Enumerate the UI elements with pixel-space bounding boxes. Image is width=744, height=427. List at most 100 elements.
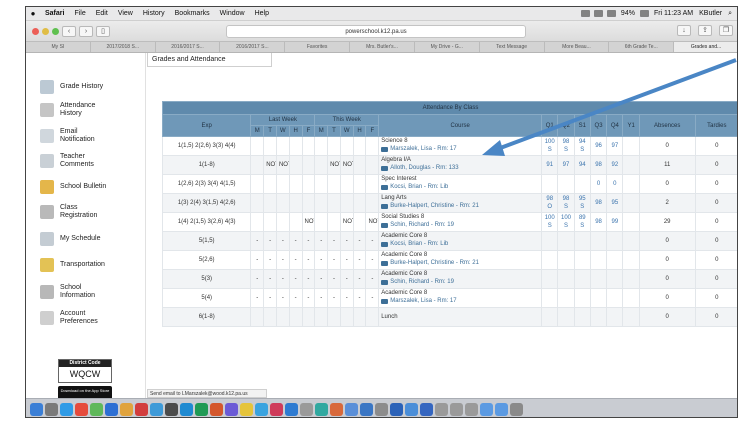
teacher-name[interactable]: Schin, Richard - Rm: 19 (390, 278, 454, 286)
email-icon[interactable] (381, 146, 389, 152)
teacher-name[interactable]: Kocsi, Brian - Rm: Lib (390, 183, 448, 191)
sidebar-item-email-notification[interactable]: Email Notification (40, 128, 102, 144)
spotlight-icon[interactable]: ⌕ (725, 10, 735, 18)
notes-icon[interactable] (240, 402, 253, 416)
folder-icon[interactable] (390, 402, 403, 416)
browser-tab[interactable]: 2016/2017 S... (220, 42, 286, 52)
minimize-window-icon[interactable] (42, 27, 49, 35)
chrome-icon[interactable] (75, 402, 88, 416)
sidebar-item-my-schedule[interactable]: My Schedule (40, 232, 100, 246)
grade-cell[interactable]: 95 S (573, 193, 591, 213)
absences-cell[interactable]: 0 (638, 231, 696, 251)
browser-tab[interactable]: 2016/2017 S... (156, 42, 221, 52)
teacher-link[interactable]: Kocsi, Brian - Rm: Lib (381, 240, 448, 248)
word-icon[interactable] (180, 402, 193, 416)
grade-cell[interactable]: 97 (606, 136, 624, 156)
sidebar-item-school-information[interactable]: School Information (40, 284, 102, 300)
tardies-cell[interactable]: 0 (694, 269, 737, 289)
tabs-overview-button[interactable]: ❐ (719, 25, 733, 36)
question-app-icon[interactable] (435, 402, 448, 416)
grade-cell[interactable]: 98 (589, 193, 608, 213)
menu-edit[interactable]: Edit (91, 10, 113, 17)
menu-history[interactable]: History (138, 10, 170, 17)
books-icon[interactable] (330, 402, 343, 416)
apple-menu-icon[interactable]: ● (26, 9, 40, 18)
absences-cell[interactable]: 0 (638, 136, 696, 156)
mail-icon[interactable] (150, 402, 163, 416)
grade-cell[interactable]: 89 S (573, 212, 591, 232)
docs-icon[interactable] (405, 402, 418, 416)
email-icon[interactable] (381, 298, 389, 304)
teacher-link[interactable]: Schin, Richard - Rm: 19 (381, 221, 454, 229)
grade-cell[interactable]: 98 (589, 155, 608, 175)
forward-button[interactable]: › (79, 25, 93, 37)
excel-icon[interactable] (195, 402, 208, 416)
browser-tab[interactable]: Text Message (480, 42, 545, 52)
photos-icon[interactable] (120, 402, 133, 416)
email-icon[interactable] (381, 165, 389, 171)
tardies-cell[interactable]: 0 (694, 136, 737, 156)
absences-cell[interactable]: 2 (638, 193, 696, 213)
preview-icon[interactable] (285, 402, 298, 416)
grade-cell[interactable]: 97 (557, 155, 575, 175)
question-app-icon[interactable] (450, 402, 463, 416)
grades-attendance-tab[interactable]: Grades and Attendance (147, 53, 272, 67)
teacher-name[interactable]: Schin, Richard - Rm: 19 (390, 221, 454, 229)
grade-cell[interactable]: 98 O (541, 193, 559, 213)
messages-icon[interactable] (90, 402, 103, 416)
grade-cell[interactable]: 100 S (557, 212, 575, 232)
battery-percent[interactable]: 94% (618, 10, 638, 17)
sidebar-item-account-preferences[interactable]: Account Preferences (40, 310, 110, 326)
grade-cell[interactable]: 98 S (557, 136, 575, 156)
trash-icon[interactable] (510, 402, 523, 416)
clock[interactable]: Fri 11:23 AM (651, 10, 696, 17)
menu-file[interactable]: File (69, 10, 90, 17)
settings-dock-icon[interactable] (300, 402, 313, 416)
download-folder-icon[interactable] (420, 402, 433, 416)
teacher-link[interactable]: Burke-Halpert, Christine - Rm: 21 (381, 202, 479, 210)
absences-cell[interactable]: 0 (638, 288, 696, 308)
teacher-name[interactable]: Burke-Halpert, Christine - Rm: 21 (390, 259, 479, 267)
grade-cell[interactable]: 98 S (557, 193, 575, 213)
email-icon[interactable] (381, 260, 389, 266)
sidebar-toggle-button[interactable]: ▯ (96, 25, 110, 37)
header-q2[interactable]: Q2 (557, 114, 575, 137)
sidebar-item-teacher-comments[interactable]: Teacher Comments (40, 153, 102, 169)
tardies-cell[interactable]: 0 (694, 288, 737, 308)
browser-tab[interactable]: My SI (26, 42, 91, 52)
absences-cell[interactable]: 11 (638, 155, 696, 175)
terminal-icon[interactable] (165, 402, 178, 416)
grade-cell[interactable]: 0 (589, 174, 608, 194)
menu-window[interactable]: Window (215, 10, 250, 17)
grade-cell[interactable]: 100 S (541, 136, 559, 156)
address-bar[interactable]: powerschool.k12.pa.us (226, 25, 526, 38)
battery-icon[interactable] (639, 10, 649, 17)
grade-cell[interactable]: 100 S (541, 212, 559, 232)
teacher-link[interactable]: Kocsi, Brian - Rm: Lib (381, 183, 448, 191)
user-name[interactable]: KButler (696, 10, 725, 17)
powerpoint-icon[interactable] (210, 402, 223, 416)
documents-folder-icon[interactable] (480, 402, 493, 416)
header-s1[interactable]: S1 (573, 114, 591, 137)
drive-icon[interactable] (360, 402, 373, 416)
browser-tab[interactable]: More Beau... (545, 42, 610, 52)
browser-tab[interactable]: Favorites (285, 42, 351, 52)
header-y1[interactable]: Y1 (622, 114, 640, 137)
music-icon[interactable] (270, 402, 283, 416)
grade-cell[interactable]: 99 (606, 212, 624, 232)
teacher-name[interactable]: Marszalek, Lisa - Rm: 17 (390, 297, 456, 305)
email-icon[interactable] (381, 241, 389, 247)
teacher-name[interactable]: Burke-Halpert, Christine - Rm: 21 (390, 202, 479, 210)
browser-tab[interactable]: My Drive - G... (415, 42, 480, 52)
header-q4[interactable]: Q4 (606, 114, 624, 137)
teacher-link[interactable]: Schin, Richard - Rm: 19 (381, 278, 454, 286)
tardies-cell[interactable]: 0 (694, 250, 737, 270)
teacher-link[interactable]: Alloth, Douglas - Rm: 133 (381, 164, 459, 172)
grade-cell[interactable]: 0 (606, 174, 624, 194)
onenote-icon[interactable] (225, 402, 238, 416)
bluetooth-icon[interactable] (593, 10, 603, 17)
browser-tab[interactable]: 2017/2018 S... (91, 42, 156, 52)
grade-cell[interactable]: 92 (606, 155, 624, 175)
maps-icon[interactable] (345, 402, 358, 416)
teacher-name[interactable]: Kocsi, Brian - Rm: Lib (390, 240, 448, 248)
